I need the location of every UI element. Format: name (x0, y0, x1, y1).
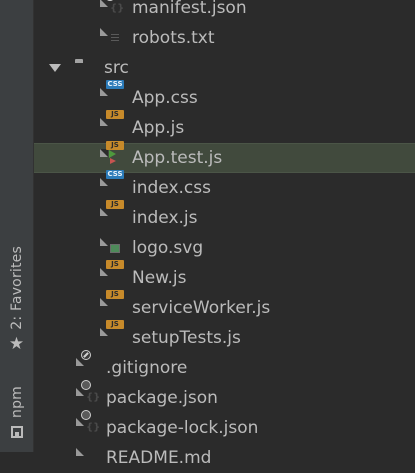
tree-item-manifest-json[interactable]: {} manifest.json (34, 0, 415, 23)
tree-item-package-json[interactable]: {} package.json (34, 380, 415, 413)
tree-item-label: README.md (106, 448, 212, 468)
tree-item-label: logo.svg (132, 238, 204, 258)
js-file-icon: JS (106, 260, 126, 288)
star-icon: ★ (8, 333, 25, 354)
tree-item-new-js[interactable]: JS New.js (34, 260, 415, 293)
json-file-icon: {} (81, 410, 102, 438)
tree-item-app-css[interactable]: CSS App.css (34, 80, 415, 113)
tree-item-setuptests-js[interactable]: JS setupTests.js (34, 320, 415, 353)
tree-item-label: src (104, 58, 129, 78)
js-file-icon: JS (106, 290, 126, 318)
markdown-file-icon (84, 448, 102, 468)
tree-item-label: index.css (132, 178, 211, 198)
favorites-tab-label: 2: Favorites (8, 246, 25, 330)
tree-item-label: package.json (106, 388, 218, 408)
tree-item-readme-md[interactable]: README.md (34, 443, 415, 473)
tree-item-app-test-js[interactable]: JS App.test.js (34, 141, 415, 173)
tree-item-label: robots.txt (132, 28, 215, 48)
tree-item-package-lock-json[interactable]: {} package-lock.json (34, 410, 415, 443)
tree-item-serviceworker-js[interactable]: JS serviceWorker.js (34, 290, 415, 323)
tree-item-label: New.js (132, 268, 187, 288)
npm-tab-label: npm (8, 386, 25, 418)
css-file-icon: CSS (106, 170, 124, 179)
js-file-icon: JS (106, 320, 126, 348)
favorites-tab[interactable]: 2: Favorites ★ (0, 246, 33, 353)
tree-item-label: package-lock.json (106, 418, 259, 438)
js-file-icon: JS (106, 200, 126, 228)
tree-item-src-folder[interactable]: src (34, 53, 415, 83)
chevron-down-icon[interactable] (49, 64, 61, 72)
npm-tab[interactable]: npm (0, 386, 33, 438)
tree-item-logo-svg[interactable]: logo.svg (34, 233, 415, 263)
tree-item-label: serviceWorker.js (132, 298, 271, 318)
text-file-icon (108, 28, 126, 48)
tool-window-strip: 2: Favorites ★ npm (0, 0, 34, 452)
tree-item-label: App.js (132, 118, 185, 138)
tree-item-gitignore[interactable]: .gitignore (34, 350, 415, 383)
json-file-icon: {} (105, 0, 126, 19)
ignore-file-icon (81, 350, 102, 378)
tree-item-label: App.css (132, 88, 198, 108)
test-js-file-icon: JS (106, 141, 126, 169)
json-file-icon: {} (81, 380, 102, 408)
folder-icon (75, 62, 93, 82)
npm-icon (10, 426, 23, 438)
tree-item-label: index.js (132, 208, 198, 228)
tree-item-app-js[interactable]: JS App.js (34, 110, 415, 143)
tree-item-robots-txt[interactable]: robots.txt (34, 23, 415, 53)
tree-item-index-css[interactable]: CSS index.css (34, 170, 415, 203)
tree-item-index-js[interactable]: JS index.js (34, 200, 415, 233)
tree-item-label: manifest.json (132, 0, 247, 18)
css-file-icon: CSS (106, 80, 124, 89)
tree-item-label: .gitignore (106, 358, 188, 378)
js-file-icon: JS (106, 110, 126, 138)
tree-item-label: setupTests.js (132, 328, 241, 348)
tree-item-label: App.test.js (132, 148, 223, 168)
image-file-icon (108, 238, 126, 258)
project-tree: {} manifest.json robots.txt src CSS App.… (34, 0, 415, 468)
